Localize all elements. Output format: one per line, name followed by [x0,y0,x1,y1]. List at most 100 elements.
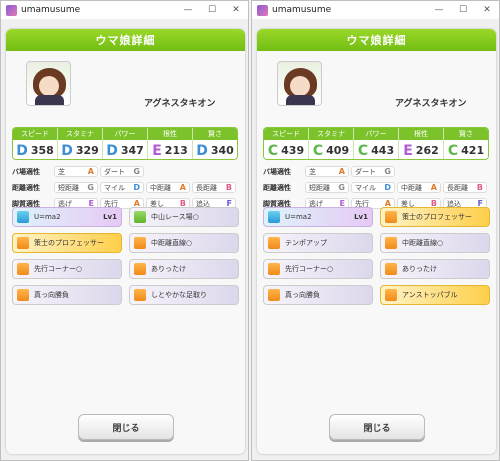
detail-panel: ウマ娘詳細 アグネスタキオン スピード C 439 スタミナ C 409 パワー C 443 根性 E 2… [257,29,496,454]
stat-cell: 根性 E 213 [148,128,193,159]
skill-name: 先行コーナー○ [285,265,334,273]
skill-item[interactable]: 先行コーナー○ [12,259,122,279]
skill-item[interactable]: 中距離直線○ [129,233,239,253]
skill-item[interactable]: ありったけ [129,259,239,279]
profile-section: アグネスタキオン [6,51,245,111]
skill-icon [17,237,29,249]
skill-name: U=ma2 [34,213,61,221]
minimize-button[interactable]: — [176,5,200,15]
skill-item[interactable]: 策士のプロフェッサー [380,207,490,227]
skill-item[interactable]: 中山レース場○ [129,207,239,227]
portrait-body [286,95,315,105]
close-button[interactable]: 閉じる [78,414,174,440]
skill-item[interactable]: ありったけ [380,259,490,279]
aptitude-name: 短距離 [309,183,330,192]
stat-cell: スタミナ C 409 [309,128,354,159]
stat-grade: C [267,142,279,159]
skill-name: ありったけ [402,265,437,273]
aptitude-name: 長距離 [196,183,217,192]
minimize-button[interactable]: — [427,5,451,15]
aptitude-name: 長距離 [447,183,468,192]
aptitude-name: 芝 [309,167,316,176]
aptitude-item: マイル D [351,182,395,193]
skill-item[interactable]: U=ma2 Lv1 [263,207,373,227]
aptitude-name: マイル [104,183,125,192]
skill-icon [385,263,397,275]
character-portrait [26,61,71,106]
aptitude-item: 短距離 G [305,182,349,193]
close-window-button[interactable]: ✕ [475,5,499,15]
stat-label: 賢さ [444,128,488,140]
skill-item[interactable]: 策士のプロフェッサー [12,233,122,253]
aptitude-grade: A [338,167,345,176]
aptitude-label: バ場適性 [263,167,291,176]
skill-icon [268,237,280,249]
stat-cell: 賢さ D 340 [193,128,237,159]
skill-name: U=ma2 [285,213,312,221]
portrait-face [39,76,59,96]
close-button[interactable]: 閉じる [329,414,425,440]
character-name: アグネスタキオン [144,99,216,109]
stat-value: 347 [120,144,144,157]
skill-level: Lv1 [354,213,368,221]
aptitude-name: 中距離 [401,183,422,192]
skill-item[interactable]: 中距離直線○ [380,233,490,253]
portrait-face [290,76,310,96]
stat-cell: パワー C 443 [354,128,399,159]
skill-icon [17,263,29,275]
stat-grade: E [152,142,162,159]
character-portrait [277,61,322,106]
stat-cell: スピード C 439 [264,128,309,159]
skill-item[interactable]: しとやかな足取り [129,285,239,305]
skill-name: テンポアップ [285,239,327,247]
skill-icon [385,289,397,301]
skill-item[interactable]: U=ma2 Lv1 [12,207,122,227]
skill-level: Lv1 [103,213,117,221]
stat-label: 賢さ [193,128,237,140]
stat-body: C 439 [264,140,308,159]
close-window-button[interactable]: ✕ [224,5,248,15]
maximize-button[interactable]: ☐ [451,5,475,15]
skill-icon [134,289,146,301]
stat-cell: パワー D 347 [103,128,148,159]
panel-header: ウマ娘詳細 [257,29,496,51]
aptitude-item: 中距離 A [146,182,190,193]
stat-value: 262 [415,144,439,157]
stat-cell: スタミナ D 329 [58,128,103,159]
skill-item[interactable]: テンポアップ [263,233,373,253]
stat-value: 409 [326,144,350,157]
stat-label: パワー [103,128,147,140]
aptitude-grade: D [384,183,391,192]
skill-name: 中距離直線○ [151,239,193,247]
stat-body: C 443 [354,140,398,159]
window-title: umamusume [21,5,81,15]
skill-name: ありったけ [151,265,186,273]
aptitude-item: マイル D [100,182,144,193]
portrait-body [35,95,64,105]
skill-name: 先行コーナー○ [34,265,83,273]
stat-label: スピード [264,128,308,140]
maximize-button[interactable]: ☐ [200,5,224,15]
skill-item[interactable]: 真っ向勝負 [12,285,122,305]
skill-item[interactable]: 先行コーナー○ [263,259,373,279]
aptitude-grade: G [338,183,345,192]
skill-name: 真っ向勝負 [34,291,69,299]
game-window-right: umamusume — ☐ ✕ ウマ娘詳細 アグネスタキオン スピード C 439 スタミナ C 40… [251,0,500,461]
character-name: アグネスタキオン [395,99,467,109]
aptitude-item: 長距離 B [192,182,236,193]
stat-body: C 421 [444,140,488,159]
skill-icon [268,263,280,275]
skill-name: 策士のプロフェッサー [402,213,472,221]
skill-item[interactable]: アンストッパブル [380,285,490,305]
skill-name: アンストッパブル [402,291,458,299]
skill-icon [385,211,397,223]
stats-bar: スピード C 439 スタミナ C 409 パワー C 443 根性 E 262 賢さ C 421 [263,127,489,160]
skill-item[interactable]: 真っ向勝負 [263,285,373,305]
stat-grade: C [447,142,459,159]
aptitude-grade: G [133,167,140,176]
skill-icon [17,289,29,301]
stat-value: 329 [75,144,99,157]
profile-section: アグネスタキオン [257,51,496,111]
stat-body: D 347 [103,140,147,159]
skill-icon [134,211,146,223]
